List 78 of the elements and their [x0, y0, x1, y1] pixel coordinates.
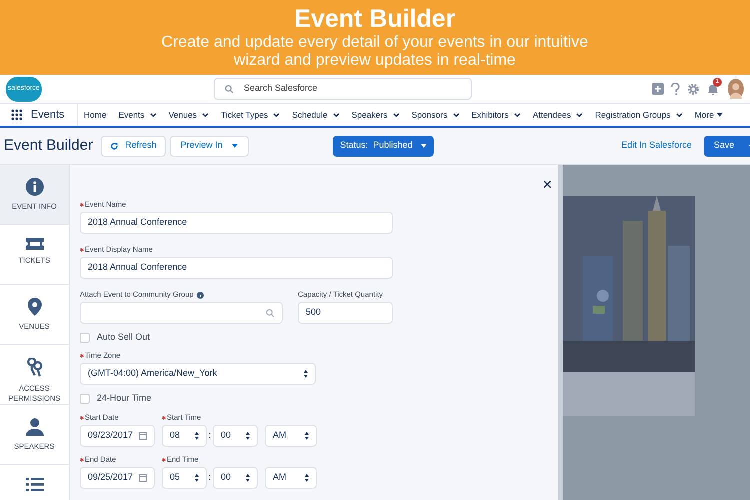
info-icon: [26, 178, 44, 196]
input-field[interactable]: 00: [213, 425, 258, 447]
person-icon: [26, 418, 44, 436]
select-arrows-icon: [195, 474, 199, 482]
nav-tab[interactable]: Registration Groups: [595, 108, 683, 122]
input-field[interactable]: 09/25/2017: [80, 467, 155, 489]
chevron-down-icon: [202, 112, 210, 118]
chevron-down-icon: [150, 112, 157, 118]
search-icon: [266, 308, 275, 318]
edit-link[interactable]: Edit In Salesforce: [621, 139, 692, 153]
banner-title: Event Builder: [294, 4, 456, 34]
nav-tab[interactable]: Exhibitors: [472, 108, 521, 122]
chevron-down-icon: [452, 112, 460, 118]
caret-icon: [717, 113, 724, 117]
refresh-icon: [110, 142, 120, 150]
input-field[interactable]: 09/23/2017: [80, 425, 155, 447]
app-name: Events: [31, 108, 65, 123]
refresh-button[interactable]: Refresh: [101, 136, 166, 156]
input-field[interactable]: AM: [265, 425, 317, 447]
banner-subtitle: Create and update every detail of your events in our intuitive wizard and preview updates in real-time: [160, 34, 590, 70]
help-icon[interactable]: [671, 82, 680, 96]
caret-icon: [232, 144, 238, 148]
ticket-icon: [26, 238, 44, 250]
nav-tab[interactable]: Events: [118, 108, 157, 122]
select-arrows-icon: [246, 432, 250, 440]
calendar-icon: [139, 432, 147, 440]
nav-tab[interactable]: Sponsors: [412, 108, 460, 122]
input-field[interactable]: 05: [162, 467, 207, 489]
search-field[interactable]: Search Salesforce: [214, 78, 472, 100]
close-icon[interactable]: [544, 181, 551, 188]
checkbox-label: Auto Sell Out: [97, 331, 150, 344]
select-arrows-icon: [246, 474, 250, 482]
nav-tab[interactable]: Speakers: [352, 108, 400, 122]
input-field[interactable]: [80, 302, 283, 324]
chevron-down-icon: [676, 112, 683, 118]
map-pin-icon: [28, 298, 42, 316]
more-menu[interactable]: More: [694, 108, 724, 122]
keys-icon: [26, 358, 42, 378]
info-icon: [196, 292, 204, 298]
save-button[interactable]: Save: [704, 136, 750, 156]
checkbox[interactable]: [80, 394, 90, 404]
input-field[interactable]: 500: [298, 302, 393, 324]
add-icon[interactable]: [652, 83, 664, 95]
select-arrows-icon: [305, 474, 309, 482]
nav-tab[interactable]: Schedule: [292, 108, 340, 122]
chevron-down-icon: [576, 112, 584, 118]
input-field[interactable]: 2018 Annual Conference: [80, 212, 393, 234]
checkbox[interactable]: [80, 333, 90, 343]
app-launcher-icon[interactable]: [11, 109, 23, 121]
input-field[interactable]: AM: [265, 467, 317, 489]
select-arrows-icon: [304, 370, 308, 378]
nav-tab[interactable]: Venues: [168, 108, 210, 122]
preview-button[interactable]: Preview In: [170, 136, 249, 156]
list-icon: [26, 478, 44, 492]
checkbox-label: 24-Hour Time: [97, 392, 152, 406]
chevron-down-icon: [514, 112, 521, 118]
select-arrows-icon: [195, 432, 199, 440]
avatar-icon[interactable]: [728, 79, 744, 99]
search-icon: [225, 84, 234, 94]
status-button[interactable]: Status: Published: [333, 136, 434, 156]
time-separator: :: [208, 429, 212, 442]
nav-tab[interactable]: Ticket Types: [221, 108, 280, 122]
chevron-down-icon: [392, 112, 400, 118]
bell-icon[interactable]: [707, 83, 719, 96]
calendar-icon: [139, 474, 147, 482]
input-field[interactable]: 00: [213, 467, 258, 489]
nav-tab[interactable]: Attendees: [532, 108, 584, 122]
settings-icon[interactable]: [687, 82, 700, 96]
chevron-down-icon: [273, 112, 280, 118]
input-field[interactable]: 2018 Annual Conference: [80, 257, 393, 279]
nav-tab[interactable]: Home: [84, 108, 107, 122]
select-arrows-icon: [305, 432, 309, 440]
page-title: Event Builder: [4, 136, 94, 156]
time-separator: :: [208, 471, 212, 484]
input-field[interactable]: 08: [162, 425, 207, 447]
chevron-down-icon: [332, 112, 340, 118]
caret-icon: [420, 144, 427, 148]
input-field[interactable]: (GMT-04:00) America/New_York: [80, 363, 316, 385]
